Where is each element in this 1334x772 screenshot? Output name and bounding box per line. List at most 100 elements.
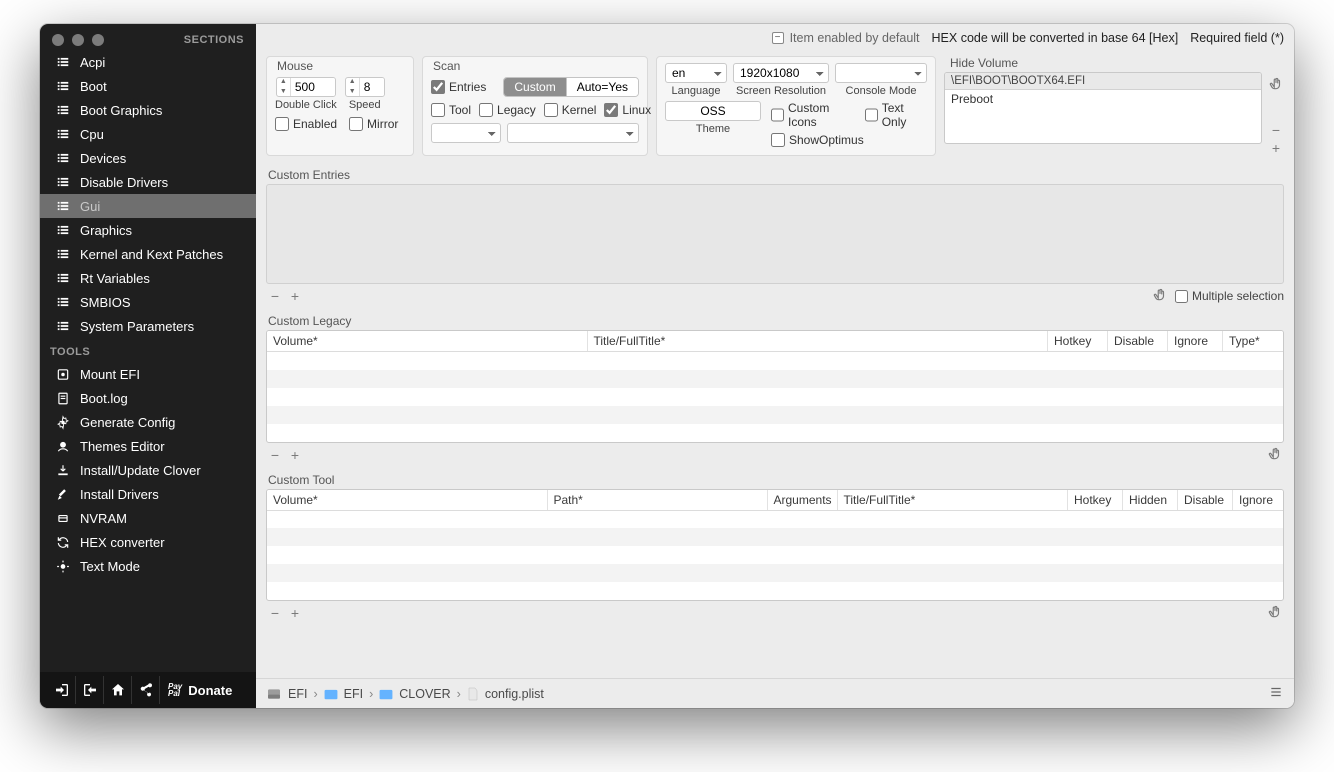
sidebar-item-boot[interactable]: Boot — [40, 74, 256, 98]
mouse-mirror-checkbox[interactable]: Mirror — [349, 117, 398, 131]
window-controls[interactable] — [40, 24, 116, 56]
traffic-zoom[interactable] — [92, 34, 104, 46]
double-click-stepper[interactable]: ▲▼ — [276, 77, 336, 97]
text-only-checkbox[interactable]: Text Only — [865, 101, 927, 129]
custom-entries-add[interactable]: + — [288, 288, 302, 304]
speed-stepper[interactable]: ▲▼ — [345, 77, 385, 97]
hide-volume-add[interactable]: + — [1268, 140, 1284, 156]
sidebar-item-kernel-and-kext-patches[interactable]: Kernel and Kext Patches — [40, 242, 256, 266]
crumb-1[interactable]: EFI — [344, 687, 363, 701]
tool-label: Tool — [449, 103, 471, 117]
hide-volume-remove[interactable]: − — [1268, 122, 1284, 138]
custom-legacy-table[interactable]: Volume* Title/FullTitle* Hotkey Disable … — [266, 330, 1284, 443]
sidebar-item-graphics[interactable]: Graphics — [40, 218, 256, 242]
custom-entries-area[interactable] — [266, 184, 1284, 284]
hide-volume-row[interactable]: Preboot — [945, 90, 1261, 108]
mouse-enabled-checkbox[interactable]: Enabled — [275, 117, 337, 131]
sidebar-item-cpu[interactable]: Cpu — [40, 122, 256, 146]
mouse-mirror-label: Mirror — [367, 117, 398, 131]
custom-tool-add[interactable]: + — [288, 605, 302, 621]
home-button[interactable] — [104, 676, 132, 704]
sidebar-item-rt-variables[interactable]: Rt Variables — [40, 266, 256, 290]
export-button[interactable] — [76, 676, 104, 704]
tool-item-install-drivers[interactable]: Install Drivers — [40, 482, 256, 506]
ct-col-disable[interactable]: Disable — [1178, 490, 1233, 511]
traffic-minimize[interactable] — [72, 34, 84, 46]
tool-item-install-update-clover[interactable]: Install/Update Clover — [40, 458, 256, 482]
cl-col-ignore[interactable]: Ignore — [1168, 331, 1223, 352]
tool-item-nvram[interactable]: NVRAM — [40, 506, 256, 530]
double-click-input[interactable] — [291, 78, 335, 96]
scan-legacy-checkbox[interactable]: Legacy — [479, 103, 536, 117]
scan-select-2[interactable] — [507, 123, 639, 143]
tool-item-boot.log[interactable]: Boot.log — [40, 386, 256, 410]
scan-mode-segment[interactable]: Custom Auto=Yes — [503, 77, 639, 97]
custom-tool-remove[interactable]: − — [268, 605, 282, 621]
ct-col-hotkey[interactable]: Hotkey — [1068, 490, 1123, 511]
tool-icon — [56, 439, 70, 453]
custom-legacy-add[interactable]: + — [288, 447, 302, 463]
donate-label: Donate — [188, 683, 232, 698]
scan-linux-checkbox[interactable]: Linux — [604, 103, 651, 117]
sidebar-item-smbios[interactable]: SMBIOS — [40, 290, 256, 314]
crumb-0[interactable]: EFI — [288, 687, 307, 701]
breadcrumb[interactable]: EFI › EFI › CLOVER › config.plist — [288, 687, 544, 701]
theme-input[interactable] — [665, 101, 761, 121]
custom-tool-table[interactable]: Volume* Path* Arguments Title/FullTitle*… — [266, 489, 1284, 602]
resolution-select[interactable]: 1920x1080 — [733, 63, 829, 83]
cl-col-title[interactable]: Title/FullTitle* — [587, 331, 1048, 352]
language-select[interactable]: en — [665, 63, 727, 83]
import-button[interactable] — [48, 676, 76, 704]
cl-col-hotkey[interactable]: Hotkey — [1048, 331, 1108, 352]
scan-entries-checkbox[interactable]: Entries — [431, 80, 486, 94]
custom-icons-checkbox[interactable]: Custom Icons — [771, 101, 855, 129]
tool-item-generate-config[interactable]: Generate Config — [40, 410, 256, 434]
custom-entries-remove[interactable]: − — [268, 288, 282, 304]
sidebar-item-label: Cpu — [80, 127, 104, 142]
show-optimus-checkbox[interactable]: ShowOptimus — [771, 133, 927, 147]
ct-col-ignore[interactable]: Ignore — [1233, 490, 1283, 511]
seg-auto[interactable]: Auto=Yes — [567, 78, 638, 96]
scan-tool-checkbox[interactable]: Tool — [431, 103, 471, 117]
seg-custom[interactable]: Custom — [504, 78, 566, 96]
scan-select-1[interactable] — [431, 123, 501, 143]
speed-label: Speed — [349, 99, 381, 111]
ct-col-title[interactable]: Title/FullTitle* — [837, 490, 1068, 511]
donate-button[interactable]: PayPal Donate — [160, 683, 240, 698]
traffic-close[interactable] — [52, 34, 64, 46]
crumb-3[interactable]: config.plist — [485, 687, 544, 701]
tool-item-label: Boot.log — [80, 391, 128, 406]
tool-item-themes-editor[interactable]: Themes Editor — [40, 434, 256, 458]
cl-col-volume[interactable]: Volume* — [267, 331, 587, 352]
scan-kernel-checkbox[interactable]: Kernel — [544, 103, 597, 117]
hide-volume-list[interactable]: \EFI\BOOT\BOOTX64.EFI Preboot — [944, 72, 1262, 144]
crumb-2[interactable]: CLOVER — [399, 687, 450, 701]
custom-entries-hand-icon[interactable] — [1153, 288, 1169, 304]
custom-legacy-remove[interactable]: − — [268, 447, 282, 463]
sidebar-item-system-parameters[interactable]: System Parameters — [40, 314, 256, 338]
status-menu-icon[interactable] — [1268, 685, 1284, 702]
cl-col-disable[interactable]: Disable — [1108, 331, 1168, 352]
tool-item-hex-converter[interactable]: HEX converter — [40, 530, 256, 554]
show-optimus-label: ShowOptimus — [789, 133, 864, 147]
custom-tool-section: Custom Tool Volume* Path* Arguments Titl… — [256, 467, 1294, 626]
sidebar-item-boot-graphics[interactable]: Boot Graphics — [40, 98, 256, 122]
tool-item-mount-efi[interactable]: Mount EFI — [40, 362, 256, 386]
multiple-selection-checkbox[interactable]: Multiple selection — [1175, 289, 1284, 303]
cl-col-type[interactable]: Type* — [1223, 331, 1283, 352]
ct-col-arguments[interactable]: Arguments — [767, 490, 837, 511]
custom-tool-hand-icon[interactable] — [1268, 605, 1284, 621]
sidebar-item-disable-drivers[interactable]: Disable Drivers — [40, 170, 256, 194]
ct-col-path[interactable]: Path* — [547, 490, 767, 511]
tool-item-text-mode[interactable]: Text Mode — [40, 554, 256, 578]
ct-col-volume[interactable]: Volume* — [267, 490, 547, 511]
share-button[interactable] — [132, 676, 160, 704]
speed-input[interactable] — [360, 78, 384, 96]
sidebar-item-devices[interactable]: Devices — [40, 146, 256, 170]
custom-legacy-hand-icon[interactable] — [1268, 447, 1284, 463]
console-mode-select[interactable] — [835, 63, 927, 83]
ct-col-hidden[interactable]: Hidden — [1123, 490, 1178, 511]
sections-list: AcpiBootBoot GraphicsCpuDevicesDisable D… — [40, 50, 256, 338]
sidebar-item-gui[interactable]: Gui — [40, 194, 256, 218]
hide-volume-hand-icon[interactable] — [1268, 76, 1284, 92]
